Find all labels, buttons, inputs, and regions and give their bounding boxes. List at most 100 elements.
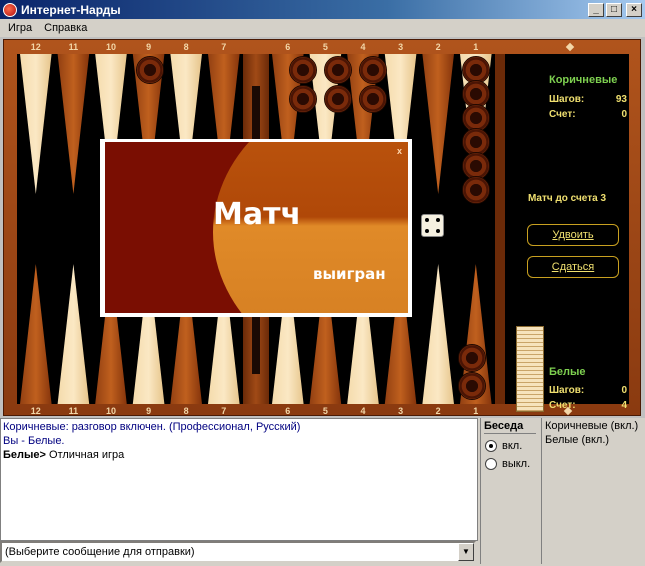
point-number: 12 — [30, 406, 41, 416]
match-length: Матч до счета 3 — [527, 193, 607, 204]
close-button[interactable]: × — [626, 2, 642, 17]
point-12[interactable] — [20, 54, 52, 194]
point-number: 7 — [221, 406, 227, 416]
point-number: 11 — [68, 42, 79, 52]
point-number: 5 — [322, 42, 328, 52]
point-number: 5 — [322, 406, 328, 416]
side-panel: Коричневые Шагов: 93 Счет: 0 Матч до сче… — [505, 42, 629, 412]
point-23[interactable] — [422, 264, 454, 404]
brown-steps-label: Шагов: — [549, 94, 585, 105]
turn-marker-icon — [565, 42, 575, 52]
dialog-subheading: выигран — [313, 265, 386, 283]
point-number: 4 — [360, 406, 366, 416]
brown-checker[interactable] — [324, 56, 352, 84]
window-title: Интернет-Нарды — [21, 2, 121, 17]
point-number: 7 — [221, 42, 227, 52]
white-steps-label: Шагов: — [549, 385, 585, 396]
brown-score-label: Счет: — [549, 109, 576, 120]
talk-title: Беседа — [484, 420, 536, 434]
talk-on-radio[interactable] — [485, 440, 497, 452]
point-number: 4 — [360, 42, 366, 52]
minimize-button[interactable]: _ — [588, 2, 604, 17]
die-pip — [425, 218, 429, 222]
point-number: 2 — [435, 406, 441, 416]
player-list-item: Белые (вкл.) — [545, 434, 610, 446]
message-select[interactable]: (Выберите сообщение для отправки) ▼ — [0, 541, 476, 563]
brown-checker[interactable] — [289, 85, 317, 113]
point-14[interactable] — [57, 264, 90, 404]
bottom-left-point-numbers: 12 11 10 9 8 7 — [17, 404, 243, 418]
point-11[interactable] — [57, 54, 90, 194]
chat-message: Отличная игра — [45, 449, 125, 461]
top-left-point-numbers: 12 11 10 9 8 7 — [17, 40, 243, 54]
brown-checker[interactable] — [462, 176, 490, 204]
point-number: 6 — [285, 406, 291, 416]
talk-off-radio[interactable] — [485, 458, 497, 470]
die-pip — [436, 229, 440, 233]
dialog-close-button[interactable]: x — [397, 146, 402, 156]
message-select-value: (Выберите сообщение для отправки) — [5, 546, 195, 558]
brown-checker[interactable] — [359, 85, 387, 113]
chat-sender: Белые> — [3, 449, 46, 461]
point-number: 1 — [473, 42, 479, 52]
point-number: 3 — [398, 406, 404, 416]
top-right-point-numbers: 6 5 4 3 2 1 — [269, 40, 495, 54]
point-number: 10 — [105, 406, 116, 416]
bearoff-divider — [495, 54, 505, 404]
brown-score: Счет: 0 — [549, 109, 627, 120]
white-steps-value: 0 — [621, 385, 627, 396]
die — [421, 214, 444, 237]
chat-line: Коричневые: разговор включен. (Профессио… — [3, 421, 301, 433]
brown-checker[interactable] — [458, 344, 486, 372]
maximize-button[interactable]: □ — [606, 2, 622, 17]
brown-checker[interactable] — [359, 56, 387, 84]
menu-bar: Игра Справка — [0, 19, 645, 37]
talk-on-label: вкл. — [502, 440, 523, 452]
brown-checker[interactable] — [136, 56, 164, 84]
chat-line: Вы - Белые. — [3, 435, 65, 447]
white-borne-off-stack — [516, 326, 544, 412]
point-number: 11 — [68, 406, 79, 416]
talk-off-option[interactable]: выкл. — [485, 458, 530, 470]
white-score-value: 4 — [621, 400, 627, 411]
white-player-name: Белые — [549, 366, 586, 378]
brown-checker[interactable] — [458, 372, 486, 400]
menu-help[interactable]: Справка — [38, 22, 93, 34]
point-number: 1 — [473, 406, 479, 416]
brown-score-value: 0 — [621, 109, 627, 120]
talk-panel: Беседа вкл. выкл. — [480, 418, 540, 564]
dialog-body: x Матч выигран — [105, 142, 408, 313]
white-score: Счет: 4 — [549, 400, 627, 411]
point-13[interactable] — [20, 264, 52, 404]
point-2[interactable] — [422, 54, 454, 194]
double-button[interactable]: Удвоить — [527, 224, 619, 246]
match-won-dialog[interactable]: x Матч выигран — [100, 139, 412, 317]
bottom-right-point-numbers: 6 5 4 3 2 1 — [269, 404, 495, 418]
point-number: 3 — [398, 42, 404, 52]
white-steps: Шагов: 0 — [549, 385, 627, 396]
die-pip — [436, 218, 440, 222]
player-list-item: Коричневые (вкл.) — [545, 420, 639, 432]
players-list: Коричневые (вкл.) Белые (вкл.) — [541, 418, 645, 564]
brown-player-name: Коричневые — [549, 74, 618, 86]
dialog-heading: Матч — [213, 197, 302, 232]
die-pip — [425, 229, 429, 233]
talk-off-label: выкл. — [502, 458, 531, 470]
brown-checker[interactable] — [289, 56, 317, 84]
point-number: 12 — [30, 42, 41, 52]
chevron-down-icon[interactable]: ▼ — [458, 543, 474, 561]
point-number: 2 — [435, 42, 441, 52]
title-bar: Интернет-Нарды _ □ × — [0, 0, 645, 19]
point-number: 9 — [146, 406, 152, 416]
brown-checker[interactable] — [324, 85, 352, 113]
brown-steps-value: 93 — [615, 94, 627, 105]
menu-game[interactable]: Игра — [2, 22, 38, 34]
point-number: 8 — [183, 42, 189, 52]
brown-steps: Шагов: 93 — [549, 94, 627, 105]
resign-button[interactable]: Сдаться — [527, 256, 619, 278]
app-icon — [3, 2, 17, 17]
chat-log[interactable]: Коричневые: разговор включен. (Профессио… — [0, 418, 478, 541]
point-number: 8 — [183, 406, 189, 416]
point-number: 6 — [285, 42, 291, 52]
talk-on-option[interactable]: вкл. — [485, 440, 522, 452]
